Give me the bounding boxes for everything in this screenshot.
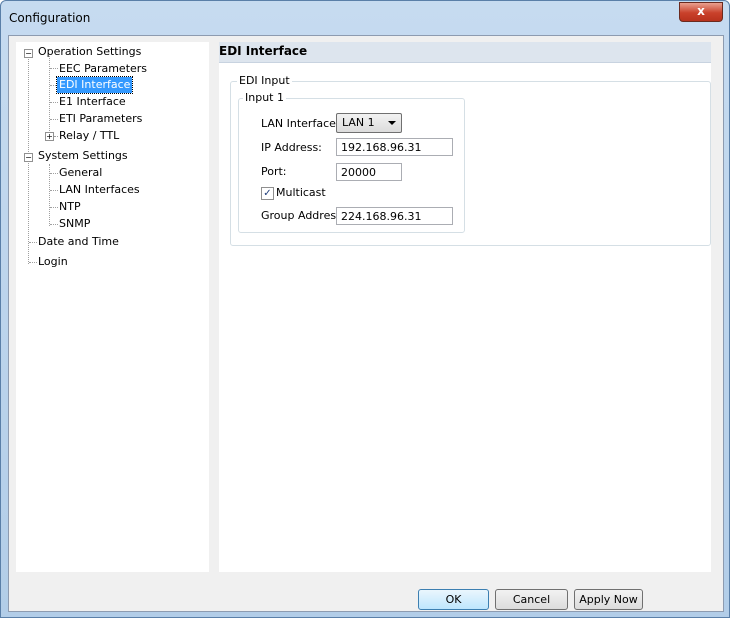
tree-item-relay-ttl[interactable]: Relay / TTL [57,128,121,144]
expand-icon[interactable]: + [45,132,54,141]
edi-input-group: EDI Input Input 1 LAN Interface: LAN 1 I… [230,74,711,246]
tree-item-label: Date and Time [38,235,119,248]
input1-legend: Input 1 [243,91,286,104]
tree-item-label: NTP [59,200,81,213]
page-title: EDI Interface [219,44,308,58]
group-address-label: Group Address: [261,209,346,222]
tree-item-eti-parameters[interactable]: ETI Parameters [57,111,144,127]
tree-item-operation-settings[interactable]: Operation Settings [36,44,143,60]
tree-item-login[interactable]: Login [36,254,70,270]
check-icon: ✓ [263,188,272,199]
tree-item-snmp[interactable]: SNMP [57,216,92,232]
configuration-window: Configuration x − Operation Settings EEC… [0,0,730,618]
tree-item-edi-interface[interactable]: EDI Interface [55,76,134,94]
collapse-icon[interactable]: − [24,153,33,162]
close-button[interactable]: x [679,2,723,22]
group-address-input[interactable]: 224.168.96.31 [336,207,453,225]
ok-button[interactable]: OK [418,589,489,610]
tree-item-label: Operation Settings [38,45,142,58]
tree-item-label: EDI Interface [55,76,134,94]
tree-item-label: ETI Parameters [59,112,143,125]
window-title: Configuration [9,11,91,25]
lan-interface-value: LAN 1 [342,116,375,129]
tree-item-label: SNMP [59,217,91,230]
tree-item-ntp[interactable]: NTP [57,199,83,215]
input1-group: Input 1 LAN Interface: LAN 1 IP Address:… [238,91,465,233]
tree-item-label: Relay / TTL [59,129,120,142]
lan-interface-label: LAN Interface: [261,117,340,130]
panel-header: EDI Interface [219,42,711,63]
port-input[interactable]: 20000 [336,163,402,181]
title-bar[interactable]: Configuration x [1,1,729,35]
apply-now-button[interactable]: Apply Now [574,589,643,610]
tree-item-lan-interfaces[interactable]: LAN Interfaces [57,182,142,198]
multicast-checkbox[interactable]: ✓ [261,187,274,200]
close-icon: x [697,4,705,18]
settings-tree[interactable]: − Operation Settings EEC Parameters EDI … [16,42,209,572]
tree-item-general[interactable]: General [57,165,104,181]
cancel-button[interactable]: Cancel [495,589,568,610]
port-label: Port: [261,165,287,178]
collapse-icon[interactable]: − [24,49,33,58]
settings-panel: EDI Interface EDI Input Input 1 LAN Inte… [219,42,711,572]
tree-item-eec-parameters[interactable]: EEC Parameters [57,61,149,77]
tree-item-label: LAN Interfaces [59,183,140,196]
tree-item-label: E1 Interface [59,95,126,108]
tree-item-system-settings[interactable]: System Settings [36,148,130,164]
multicast-label[interactable]: Multicast [276,186,326,199]
tree-item-label: General [59,166,103,179]
tree-item-label: EEC Parameters [59,62,148,75]
chevron-down-icon [388,121,396,125]
ip-address-label: IP Address: [261,141,322,154]
dialog-client-area: − Operation Settings EEC Parameters EDI … [8,35,724,612]
tree-item-label: Login [38,255,68,268]
ip-address-input[interactable]: 192.168.96.31 [336,138,453,156]
lan-interface-select[interactable]: LAN 1 [336,113,402,133]
tree-item-label: System Settings [38,149,128,162]
edi-input-legend: EDI Input [237,74,292,87]
tree-item-date-and-time[interactable]: Date and Time [36,234,121,250]
tree-item-e1-interface[interactable]: E1 Interface [57,94,128,110]
